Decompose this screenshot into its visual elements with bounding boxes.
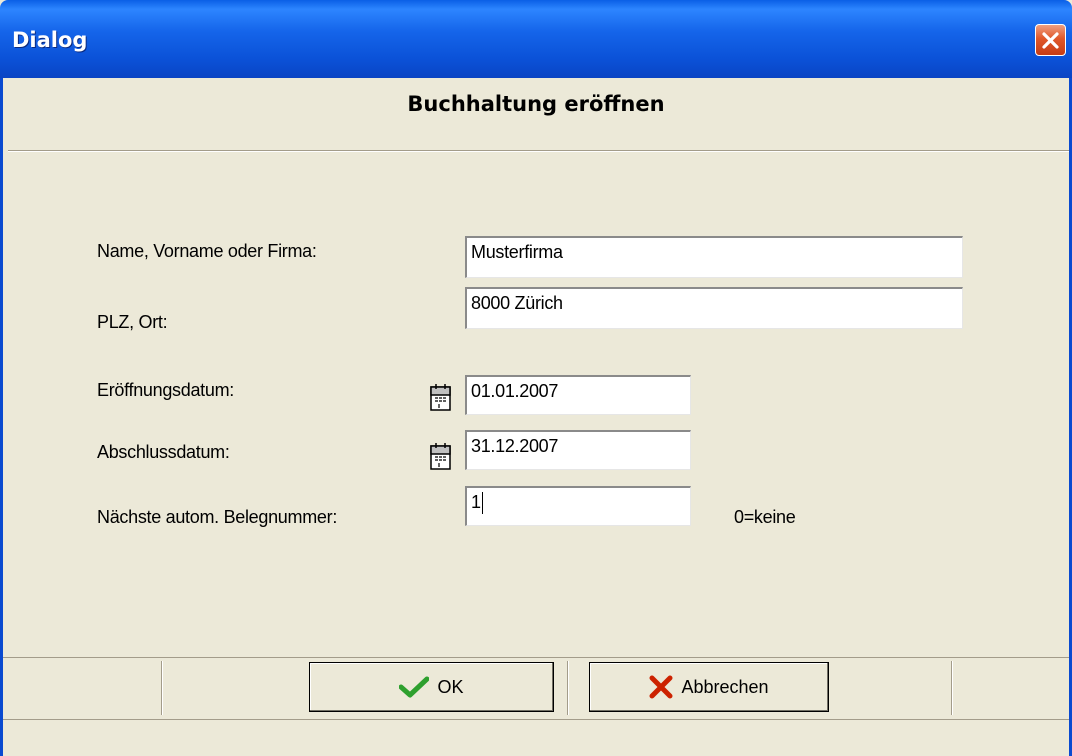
next-doc-hint: 0=keine: [734, 507, 796, 527]
name-label: Name, Vorname oder Firma:: [97, 241, 317, 261]
x-icon: [649, 675, 673, 699]
start-date-label: Eröffnungsdatum:: [97, 380, 234, 400]
close-button[interactable]: [1035, 24, 1066, 56]
text-caret: [481, 492, 483, 515]
next-doc-field[interactable]: 1: [465, 486, 691, 526]
next-doc-value: 1: [471, 492, 481, 512]
ok-button-label: OK: [437, 676, 464, 697]
end-date-label: Abschlussdatum:: [97, 442, 230, 462]
window-title: Dialog: [12, 28, 88, 52]
header-separator: [8, 150, 1069, 152]
start-date-field[interactable]: 01.01.2007: [465, 375, 691, 415]
ok-button[interactable]: OK: [309, 662, 554, 712]
plz-label: PLZ, Ort:: [97, 312, 168, 332]
button-bar-divider: [567, 661, 569, 715]
status-bar: [3, 720, 1069, 756]
dialog-heading: Buchhaltung eröffnen: [407, 92, 665, 116]
end-date-field[interactable]: 31.12.2007: [465, 430, 691, 470]
window-border-left: [0, 78, 3, 756]
plz-field[interactable]: 8000 Zürich: [465, 287, 963, 329]
dialog-window: Dialog Buchhaltung eröffnen Name, Vornam…: [0, 0, 1072, 756]
checkmark-icon: [399, 676, 430, 698]
next-doc-label: Nächste autom. Belegnummer:: [97, 507, 338, 527]
calendar-icon[interactable]: [430, 443, 452, 471]
button-bar-divider: [951, 661, 953, 715]
name-field[interactable]: Musterfirma: [465, 236, 963, 278]
title-bar[interactable]: Dialog: [0, 0, 1072, 78]
close-icon: [1042, 32, 1059, 49]
button-bar-divider: [161, 661, 163, 715]
calendar-icon[interactable]: [430, 384, 452, 412]
cancel-button[interactable]: Abbrechen: [589, 662, 829, 712]
cancel-button-label: Abbrechen: [681, 676, 769, 697]
